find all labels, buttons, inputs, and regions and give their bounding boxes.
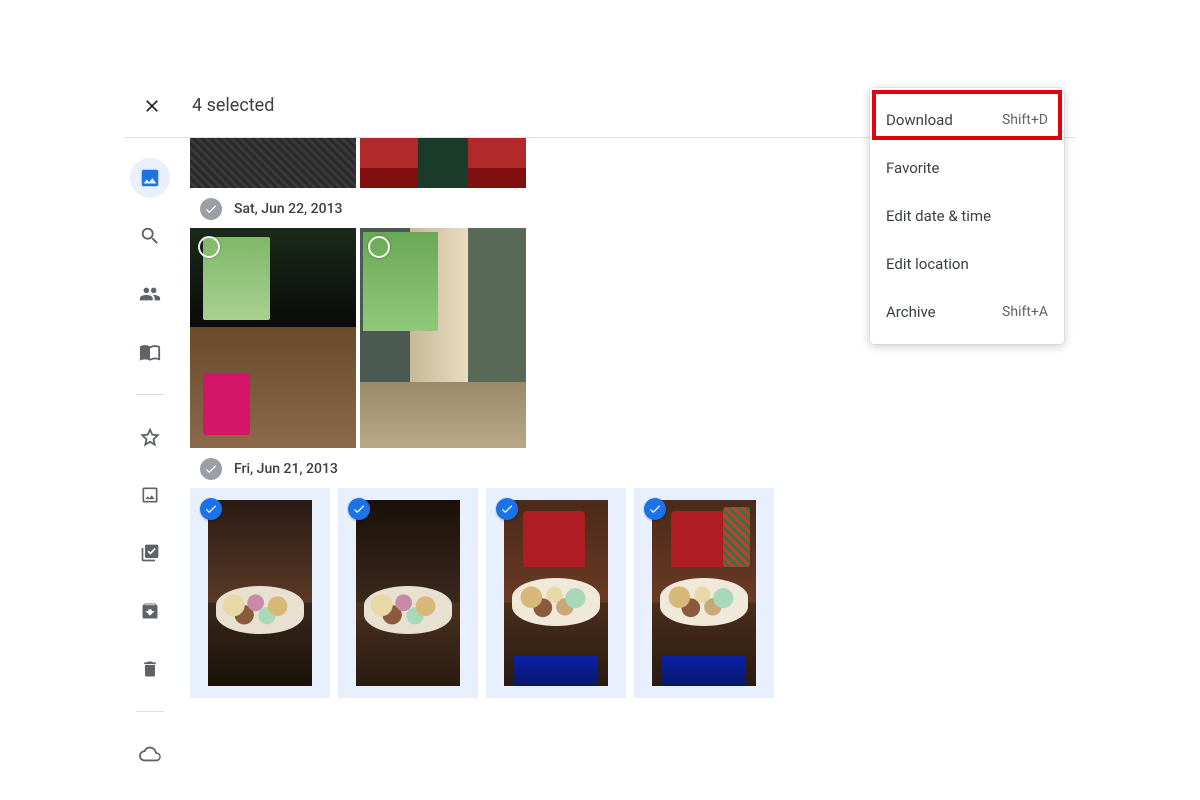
star-icon [139,426,161,448]
sidebar-item-search[interactable] [130,216,170,256]
close-icon [142,96,162,116]
photo-thumbnail-selected[interactable] [634,488,774,698]
date-label: Fri, Jun 21, 2013 [234,461,338,477]
menu-item-label: Download [886,111,953,129]
selected-check-icon[interactable] [644,498,666,520]
photo-row [190,488,1076,698]
image-icon [139,167,161,189]
check-icon [204,462,218,476]
photo-thumbnail-selected[interactable] [190,488,330,698]
menu-item-label: Favorite [886,159,939,177]
menu-item-shortcut: Shift+A [1002,304,1048,320]
selection-count-label: 4 selected [192,95,274,116]
date-label: Sat, Jun 22, 2013 [234,201,343,217]
menu-item-label: Edit date & time [886,207,991,225]
menu-item-download[interactable]: Download Shift+D [870,96,1064,144]
menu-item-archive[interactable]: Archive Shift+A [870,288,1064,336]
app-root: 4 selected [0,0,1200,800]
archive-icon [140,601,160,621]
photo-thumbnail[interactable] [190,228,356,448]
sidebar-item-albums[interactable] [130,475,170,515]
menu-item-shortcut: Shift+D [1002,112,1048,128]
sidebar-rail [126,158,174,774]
menu-item-label: Archive [886,303,936,321]
check-icon [204,202,218,216]
menu-item-favorite[interactable]: Favorite [870,144,1064,192]
menu-item-edit-location[interactable]: Edit location [870,240,1064,288]
people-icon [139,283,161,305]
sidebar-item-storage[interactable] [130,734,170,774]
sidebar-divider [136,394,164,395]
book-icon [139,341,161,363]
cloud-icon [139,743,161,765]
selected-check-icon[interactable] [348,498,370,520]
photo-thumbnail-selected[interactable] [486,488,626,698]
sidebar-item-trash[interactable] [130,649,170,689]
sidebar-item-archive[interactable] [130,591,170,631]
select-group-checkbox[interactable] [200,458,222,480]
sidebar-item-utilities[interactable] [130,533,170,573]
album-icon [140,485,160,505]
close-selection-button[interactable] [140,94,164,118]
checkbox-multiple-icon [140,543,160,563]
photo-thumbnail[interactable] [360,228,526,448]
photo-thumbnail-selected[interactable] [338,488,478,698]
sidebar-divider [136,711,164,712]
sidebar-item-photos[interactable] [130,158,170,198]
selection-ring-icon[interactable] [368,236,390,258]
selected-check-icon[interactable] [200,498,222,520]
trash-icon [140,659,160,679]
sidebar-item-sharing[interactable] [130,274,170,314]
sidebar-item-library[interactable] [130,332,170,372]
photo-thumbnail[interactable] [190,138,356,188]
menu-item-label: Edit location [886,255,969,273]
select-group-checkbox[interactable] [200,198,222,220]
photo-thumbnail[interactable] [360,138,526,188]
search-icon [139,225,161,247]
sidebar-item-favorites[interactable] [130,417,170,457]
menu-item-edit-date[interactable]: Edit date & time [870,192,1064,240]
overflow-menu: Download Shift+D Favorite Edit date & ti… [870,88,1064,344]
selected-check-icon[interactable] [496,498,518,520]
selection-ring-icon[interactable] [198,236,220,258]
date-group-header[interactable]: Fri, Jun 21, 2013 [200,458,1076,480]
